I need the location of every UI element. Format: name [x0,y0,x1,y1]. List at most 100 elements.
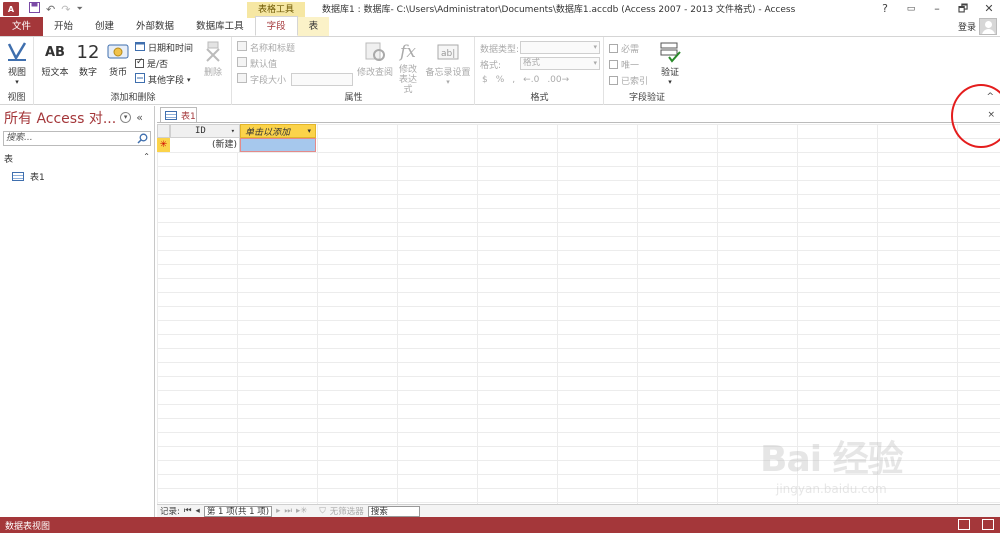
decrease-decimal-icon[interactable]: .00→ [547,75,569,85]
doc-tab-divider [157,122,1000,123]
doc-tab-table1[interactable]: 表1 [160,107,197,123]
default-value-icon [237,57,247,70]
tab-fields[interactable]: 字段 [254,16,298,36]
help-icon[interactable]: ? [878,0,892,18]
modify-expression-button[interactable]: fx 修改 表达式 [395,39,421,95]
new-record-row[interactable]: ✳ (新建) [157,138,316,152]
shutter-bar-icon[interactable]: « [136,111,143,124]
chevron-down-icon[interactable]: ▾ [231,127,235,135]
select-all-cell[interactable] [157,124,170,138]
nav-search-input[interactable]: 搜索... [3,131,151,146]
chevron-down-icon: ▾ [187,75,191,84]
required-checkbox[interactable]: 必需 [609,42,639,55]
checkbox-icon [609,44,618,53]
field-size-input[interactable] [291,73,353,86]
watermark-main: Bai 经验 [760,439,904,480]
data-type-label: 数据类型: [480,45,520,55]
tab-database-tools[interactable]: 数据库工具 [185,17,255,36]
record-position-input[interactable]: 第 1 项(共 1 项) [203,505,273,517]
memo-settings-icon: ab| [423,39,473,65]
access-window: A ↶ ↷ ⏷ 表格工具 数据库1 : 数据库- C:\Users\Admini… [0,0,1000,533]
minimize-button[interactable]: – [930,0,944,18]
modify-lookups-button[interactable]: 修改查阅 [355,39,395,78]
percent-format-icon[interactable]: % [496,75,505,85]
nav-header[interactable]: 所有 Access 对... ▾ « [0,106,154,129]
close-button[interactable]: ✕ [982,0,996,18]
status-bar: 数据表视图 [0,517,1000,533]
window-controls: ? ▭ – 🗗 ✕ [878,0,996,18]
tab-file[interactable]: 文件 [0,17,44,36]
nav-group-tables[interactable]: 表 ⌃ [4,152,150,165]
tab-home[interactable]: 开始 [43,17,84,36]
collapse-group-icon[interactable]: ⌃ [143,152,150,165]
restore-button[interactable]: 🗗 [956,0,970,18]
number-format-buttons: $ % , ←.0 .00→ [482,75,569,85]
undo-icon[interactable]: ↶ [46,3,55,16]
format-select[interactable]: 格式 ▾ [520,57,600,70]
column-header-id[interactable]: ID ▾ [170,124,240,138]
short-text-button[interactable]: AB 短文本 [38,39,72,79]
previous-record-icon[interactable]: ◂ [196,506,200,516]
comma-format-icon[interactable]: , [512,75,515,85]
name-caption-label: 名称和标题 [250,44,296,54]
svg-text:ab|: ab| [441,49,455,59]
next-record-icon[interactable]: ▸ [276,506,280,516]
number-icon: 12 [76,41,100,63]
search-icon[interactable] [137,133,148,144]
increase-decimal-icon[interactable]: ←.0 [523,75,539,85]
view-button[interactable]: 视图 ▾ [1,39,33,86]
chevron-down-icon: ▾ [593,43,597,51]
nav-item-table1[interactable]: 表1 [12,170,154,183]
access-logo-icon: A [3,2,19,16]
number-button[interactable]: 12 数字 [72,39,104,79]
memo-settings-button[interactable]: ab| 备忘录设置 ▾ [423,39,473,86]
tab-create[interactable]: 创建 [84,17,125,36]
validation-button[interactable]: 验证 ▾ [655,39,685,86]
short-text-label: 短文本 [41,68,69,78]
navigation-pane: 所有 Access 对... ▾ « 搜索... 表 ⌃ 表1 [0,106,155,517]
redo-icon[interactable]: ↷ [61,3,70,16]
chevron-down-icon[interactable]: ▾ [307,127,311,135]
customize-qat-icon[interactable]: ⏷ [76,4,82,14]
required-label: 必需 [621,45,640,55]
save-icon[interactable] [29,2,40,16]
currency-label: 货币 [108,68,127,78]
view-shortcuts [958,519,994,530]
datetime-button[interactable]: 日期和时间 [135,41,193,54]
unique-checkbox[interactable]: 唯一 [609,58,639,71]
avatar[interactable] [979,18,997,35]
ribbon-tabs: 文件 开始 创建 外部数据 数据库工具 字段 表 登录 [0,16,1000,37]
active-edit-cell[interactable] [240,138,316,152]
yesno-button[interactable]: 是/否 [135,57,168,70]
last-record-icon[interactable]: ⏭ [284,506,292,516]
default-value-button[interactable]: 默认值 [237,57,277,70]
group-label-formatting: 格式 [530,93,549,103]
new-record-id-cell[interactable]: (新建) [170,138,240,152]
currency-button[interactable]: 货币 [102,39,134,78]
data-type-select[interactable]: ▾ [520,41,600,54]
nav-dropdown-icon[interactable]: ▾ [120,112,132,123]
indexed-checkbox[interactable]: 已索引 [609,74,648,87]
group-views: 视图 ▾ 视图 [0,37,34,105]
name-caption-button[interactable]: 名称和标题 [237,41,295,54]
no-filter-indicator[interactable]: 无筛选器 [330,505,364,517]
delete-button[interactable]: 删除 [197,39,229,78]
first-record-icon[interactable]: ⏮ [184,506,192,516]
tab-external-data[interactable]: 外部数据 [125,17,185,36]
design-view-icon[interactable] [982,519,994,530]
sign-in-link[interactable]: 登录 [958,20,976,33]
group-label-properties: 属性 [344,93,363,103]
record-search-input[interactable]: 搜索 [367,505,420,517]
new-record-nav-icon[interactable]: ▸✳ [296,506,307,516]
more-fields-button[interactable]: 其他字段 ▾ [135,73,191,86]
yesno-label: 是/否 [147,60,169,70]
datasheet-view-icon[interactable] [958,519,970,530]
currency-format-icon[interactable]: $ [482,75,488,85]
nav-title: 所有 Access 对... [4,110,117,127]
ribbon-display-icon[interactable]: ▭ [904,0,918,18]
watermark-sub: jingyan.baidu.com [776,482,887,496]
column-header-add-label: 单击以添加 [245,127,291,138]
column-header-click-to-add[interactable]: 单击以添加 ▾ [240,124,316,138]
unique-label: 唯一 [621,61,640,71]
tab-table[interactable]: 表 [297,17,330,36]
